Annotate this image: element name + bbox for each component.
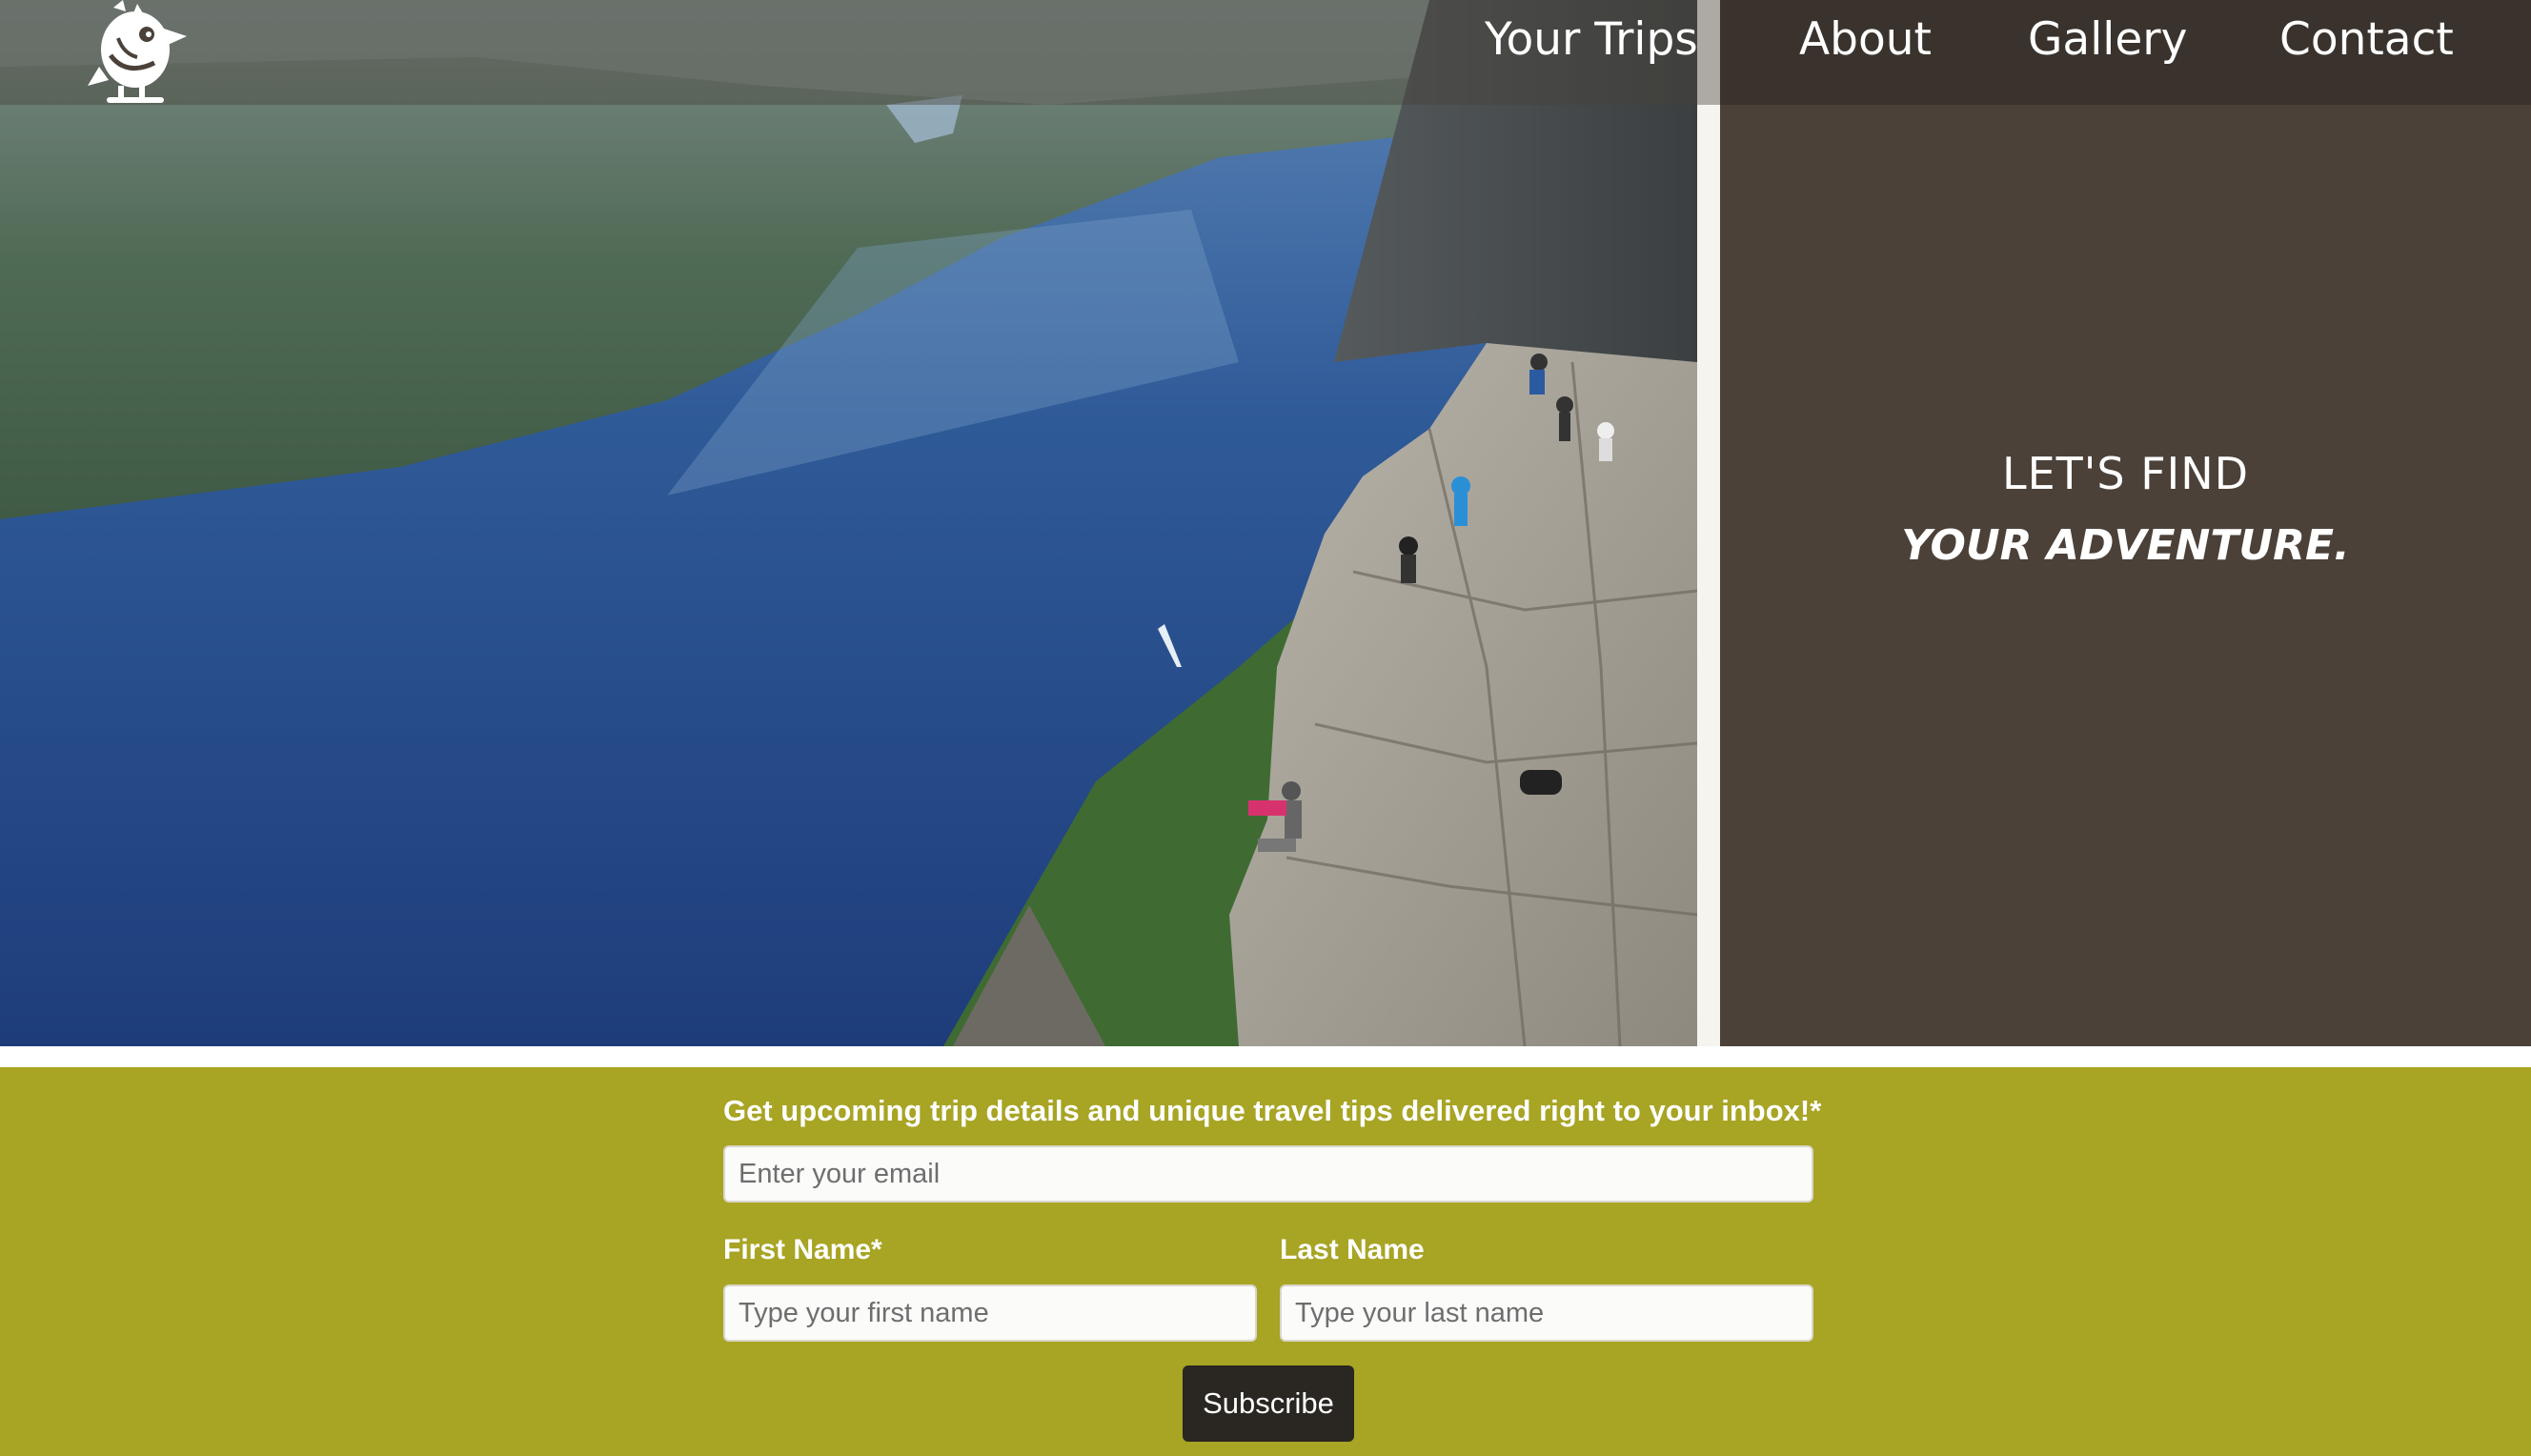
nav-gallery[interactable]: Gallery xyxy=(2028,13,2187,66)
image-divider xyxy=(1697,0,1720,1046)
newsletter-heading: Get upcoming trip details and unique tra… xyxy=(723,1094,1822,1127)
first-name-label: First Name* xyxy=(723,1234,882,1265)
hero-tagline: LET'S FIND YOUR ADVENTURE. xyxy=(1720,440,2531,585)
nav-about[interactable]: About xyxy=(1799,13,1932,66)
nav-your-trips[interactable]: Your Trips xyxy=(1485,13,1698,66)
bird-mascot-icon xyxy=(88,0,187,103)
email-field[interactable] xyxy=(723,1145,1813,1203)
fjord-cliff-illustration xyxy=(0,0,1697,1046)
last-name-field[interactable] xyxy=(1280,1284,1813,1342)
logo-link[interactable] xyxy=(80,0,194,105)
subscribe-button[interactable]: Subscribe xyxy=(1183,1365,1354,1442)
first-name-field[interactable] xyxy=(723,1284,1257,1342)
hero-image xyxy=(0,0,1697,1046)
tagline-line-2: YOUR ADVENTURE. xyxy=(1901,521,2350,570)
last-name-label: Last Name xyxy=(1280,1234,1425,1265)
nav-contact[interactable]: Contact xyxy=(2279,13,2454,66)
tagline-line-1: LET'S FIND xyxy=(2001,448,2250,499)
